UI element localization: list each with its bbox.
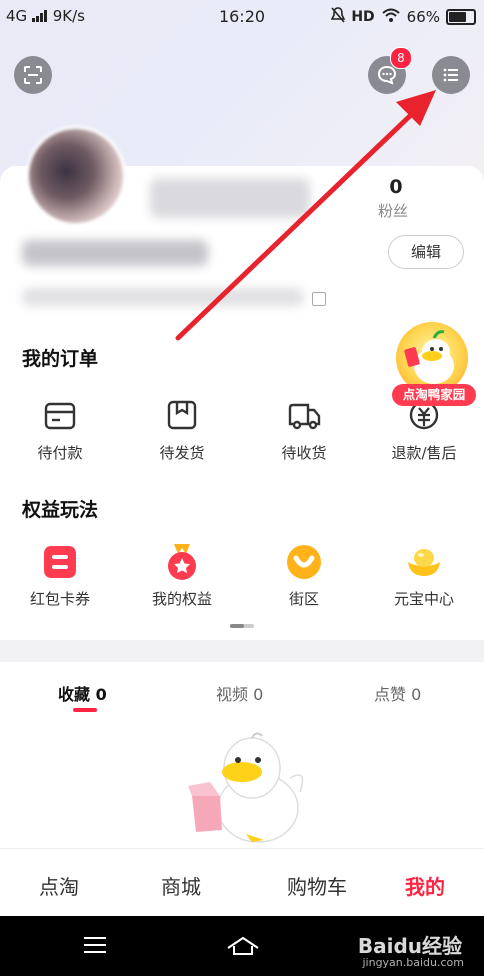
wifi-icon [381,7,401,27]
order-label: 待付款 [37,444,83,462]
scan-button[interactable] [14,56,52,94]
menu-key-icon[interactable] [84,936,106,958]
list-menu-icon [443,68,458,82]
tab-count: 0 [95,685,107,704]
bottom-navigation: 点淘 商城 购物车 我的 [0,848,484,917]
fans-label[interactable]: 粉丝 [378,200,408,221]
orders-title: 我的订单 [22,348,99,370]
page-indicator [230,624,254,628]
edit-profile-button[interactable]: 编辑 [388,235,464,269]
nav-mine[interactable]: 我的 [370,871,480,900]
status-icons: HD 66% [331,7,476,27]
messages-button[interactable]: 8 [368,47,412,94]
tab-label: 收藏 [58,685,91,704]
message-count-badge: 8 [390,47,412,69]
battery-percent: 66% [406,8,440,26]
order-pending-shipment[interactable]: 待发货 [132,396,232,463]
profile-stats-blurred [150,178,310,218]
order-label: 退款/售后 [391,444,457,462]
system-navigation-bar: Baidu经验 jingyan.baidu.com [0,916,484,976]
menu-button[interactable] [432,56,470,94]
hd-label: HD [351,9,375,25]
tab-videos[interactable]: 视频 0 [216,681,263,705]
benefit-label: 元宝中心 [393,590,454,608]
baidu-watermark: Baidu经验 [357,934,462,958]
tab-label: 点赞 [374,685,407,704]
street-icon [284,542,324,582]
empty-state-duck-illustration [182,730,312,848]
tab-favorites[interactable]: 收藏 0 [58,681,107,705]
coupon-icon [40,542,80,582]
bio-blurred [22,288,304,306]
wallet-icon [40,396,80,436]
order-pending-payment[interactable]: 待付款 [10,396,110,463]
benefit-coupons[interactable]: 红包卡券 [10,542,110,609]
fans-count: 0 [389,176,403,198]
avatar[interactable] [26,126,126,226]
order-label: 待收货 [281,444,327,462]
medal-icon [162,542,202,582]
home-key-icon[interactable] [226,934,260,960]
scan-icon [24,66,42,84]
benefit-ingot-center[interactable]: 元宝中心 [374,542,474,609]
benefit-my-rights[interactable]: 我的权益 [132,542,232,609]
content-tabs-area: 收藏 0 视频 0 点赞 0 [0,662,484,848]
nav-mall[interactable]: 商城 [126,871,236,900]
order-pending-receipt[interactable]: 待收货 [254,396,354,463]
tab-count: 0 [253,685,264,704]
package-icon [162,396,202,436]
ingot-icon [404,542,444,582]
duck-home-banner: 点淘鸭家园 [392,384,476,406]
tab-count: 0 [411,685,422,704]
username-blurred [22,240,208,266]
benefit-label: 红包卡券 [29,590,90,608]
order-label: 待发货 [159,444,205,462]
benefit-label: 街区 [288,590,319,608]
tab-label: 视频 [216,685,249,704]
truck-icon [284,396,324,436]
active-tab-underline [73,708,97,712]
tab-likes[interactable]: 点赞 0 [374,681,421,705]
battery-icon [446,9,476,25]
benefit-label: 我的权益 [151,590,212,608]
nav-cart[interactable]: 购物车 [262,871,372,900]
duck-home-promo[interactable]: 点淘鸭家园 [392,318,476,408]
benefit-street[interactable]: 街区 [254,542,354,609]
chat-icon [377,65,397,85]
edit-bio-icon[interactable] [312,292,326,306]
mute-icon [331,7,346,27]
benefits-title: 权益玩法 [22,499,99,521]
baidu-watermark-url: jingyan.baidu.com [362,956,464,969]
nav-diantao[interactable]: 点淘 [4,871,114,900]
status-bar: 4G 9K/s 16:20 HD 66% [0,0,484,32]
